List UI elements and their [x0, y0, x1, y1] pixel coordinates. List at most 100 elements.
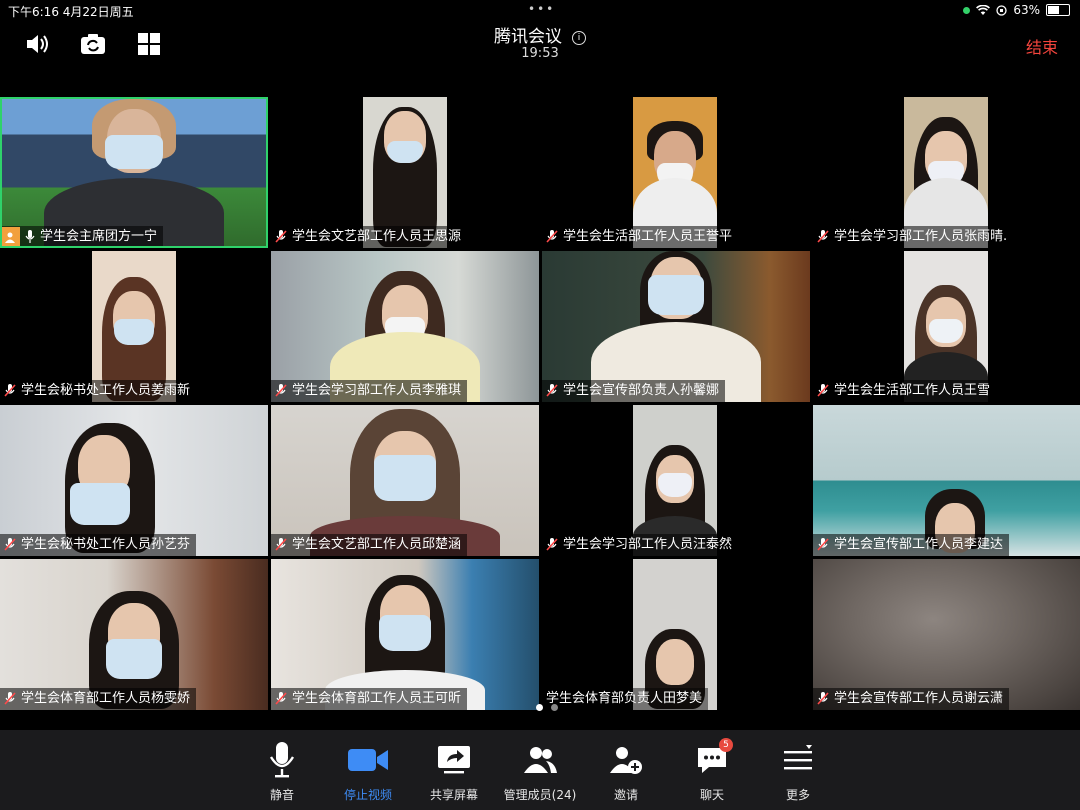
mic-muted-icon: [4, 538, 16, 551]
participant-tile[interactable]: 学生会体育部负责人田梦美: [542, 559, 810, 710]
chat-button[interactable]: 5 聊天: [667, 738, 757, 803]
meeting-title[interactable]: 腾讯会议 i: [0, 22, 1080, 47]
mic-muted-icon: [275, 230, 287, 243]
invite-label: 邀请: [613, 788, 638, 802]
meeting-title-text: 腾讯会议: [494, 27, 562, 47]
participant-label: 学生会宣传部负责人孙馨娜: [542, 380, 726, 402]
members-icon: [524, 747, 557, 773]
page-dot: [551, 704, 558, 711]
participant-tile[interactable]: 学生会主席团方一宁: [0, 97, 268, 248]
participant-name: 学生会体育部工作人员王可昕: [292, 691, 462, 706]
participant-label: 学生会文艺部工作人员王思源: [271, 226, 468, 248]
participant-tile[interactable]: 学生会秘书处工作人员姜雨新: [0, 251, 268, 402]
participant-name: 学生会文艺部工作人员邱楚涵: [292, 537, 462, 552]
mic-muted-icon: [546, 538, 558, 551]
participant-name: 学生会学习部工作人员李雅琪: [292, 383, 462, 398]
participant-label: 学生会体育部工作人员王可昕: [271, 688, 468, 710]
participant-name: 学生会生活部工作人员王誉平: [563, 229, 733, 244]
share-screen-button[interactable]: 共享屏幕: [409, 740, 499, 803]
video-camera-icon: [348, 749, 388, 771]
participant-label: 学生会学习部工作人员李雅琪: [271, 380, 468, 402]
participant-name: 学生会秘书处工作人员姜雨新: [21, 383, 191, 398]
participant-name: 学生会宣传部负责人孙馨娜: [563, 383, 720, 398]
stop-video-label: 停止视频: [343, 788, 392, 802]
meeting-header: 腾讯会议 i 19:53 结束: [0, 20, 1080, 68]
participant-tile[interactable]: 学生会生活部工作人员王雪: [813, 251, 1080, 402]
add-user-icon: [610, 747, 642, 774]
participant-label: 学生会主席团方一宁: [0, 226, 164, 248]
status-time-date: 下午6:16 4月22日周五: [8, 5, 134, 19]
mic-icon: [25, 230, 35, 243]
participant-name: 学生会体育部工作人员杨雯娇: [21, 691, 191, 706]
meeting-timer: 19:53: [521, 46, 559, 61]
mic-muted-icon: [546, 384, 558, 397]
participant-tile[interactable]: 学生会生活部工作人员王誉平: [542, 97, 810, 248]
participant-label: 学生会体育部工作人员杨雯娇: [0, 688, 197, 710]
mic-muted-icon: [817, 384, 829, 397]
participant-label: 学生会秘书处工作人员姜雨新: [0, 380, 197, 402]
wifi-icon: [976, 4, 991, 15]
participant-name: 学生会学习部工作人员汪泰然: [563, 537, 733, 552]
participant-label: 学生会生活部工作人员王誉平: [542, 226, 739, 248]
participant-tile[interactable]: 学生会宣传部工作人员李建达: [813, 405, 1080, 556]
participant-name: 学生会秘书处工作人员孙艺芬: [21, 537, 191, 552]
participant-tile[interactable]: 学生会体育部工作人员杨雯娇: [0, 559, 268, 710]
participant-name: 学生会生活部工作人员王雪: [834, 383, 991, 398]
participant-label: 学生会体育部负责人田梦美: [542, 688, 709, 710]
participant-tile[interactable]: 学生会宣传部工作人员谢云潇: [813, 559, 1080, 710]
status-bar: 下午6:16 4月22日周五 ••• 63%: [0, 0, 1080, 20]
video-grid: 学生会主席团方一宁 学生会文艺部工作人员王思源 学生会生活部工作人员王誉平 学生…: [0, 97, 1080, 713]
battery-percent: 63%: [1013, 3, 1040, 17]
mute-label: 静音: [269, 788, 294, 802]
battery-icon: [1046, 4, 1070, 16]
avatar-icon: [0, 227, 20, 247]
chat-label: 聊天: [699, 788, 724, 802]
microphone-icon: [269, 742, 295, 778]
more-button[interactable]: 更多: [753, 740, 843, 803]
status-right: 63%: [963, 3, 1070, 17]
participant-tile[interactable]: 学生会文艺部工作人员王思源: [271, 97, 539, 248]
mute-button[interactable]: 静音: [237, 740, 327, 803]
participant-label: 学生会秘书处工作人员孙艺芬: [0, 534, 197, 556]
mic-muted-icon: [817, 538, 829, 551]
stop-video-button[interactable]: 停止视频: [323, 740, 413, 803]
participant-tile[interactable]: 学生会学习部工作人员汪泰然: [542, 405, 810, 556]
mic-muted-icon: [275, 538, 287, 551]
share-screen-icon: [438, 746, 470, 774]
manage-members-button[interactable]: 管理成员(24): [495, 740, 585, 803]
end-meeting-button[interactable]: 结束: [1026, 34, 1058, 58]
participant-name: 学生会文艺部工作人员王思源: [292, 229, 462, 244]
participant-tile[interactable]: 学生会宣传部负责人孙馨娜: [542, 251, 810, 402]
participant-tile[interactable]: 学生会秘书处工作人员孙艺芬: [0, 405, 268, 556]
more-dots-indicator: •••: [528, 2, 556, 16]
mic-muted-icon: [275, 692, 287, 705]
manage-members-label: 管理成员(24): [503, 788, 577, 802]
participant-label: 学生会宣传部工作人员谢云潇: [813, 688, 1010, 710]
participant-name: 学生会宣传部工作人员谢云潇: [834, 691, 1004, 706]
invite-button[interactable]: 邀请: [581, 740, 671, 803]
participant-tile[interactable]: 学生会体育部工作人员王可昕: [271, 559, 539, 710]
more-label: 更多: [785, 788, 810, 802]
participant-label: 学生会文艺部工作人员邱楚涵: [271, 534, 468, 556]
mic-muted-icon: [4, 692, 16, 705]
participant-tile[interactable]: 学生会文艺部工作人员邱楚涵: [271, 405, 539, 556]
share-screen-label: 共享屏幕: [429, 788, 478, 802]
mic-muted-icon: [817, 230, 829, 243]
participant-tile[interactable]: 学生会学习部工作人员张雨晴.: [813, 97, 1080, 248]
participant-label: 学生会宣传部工作人员李建达: [813, 534, 1010, 556]
page-indicator[interactable]: [536, 704, 558, 711]
participant-tile[interactable]: 学生会学习部工作人员李雅琪: [271, 251, 539, 402]
camera-active-dot: [963, 6, 971, 14]
participant-label: 学生会生活部工作人员王雪: [813, 380, 997, 402]
meeting-toolbar: 静音 停止视频 共享屏幕 管理成员(24) 邀请 5 聊天 更多: [0, 730, 1080, 810]
more-menu-icon: [784, 745, 812, 770]
participant-name: 学生会体育部负责人田梦美: [546, 691, 703, 706]
participant-label: 学生会学习部工作人员汪泰然: [542, 534, 739, 556]
info-icon[interactable]: i: [572, 31, 586, 45]
mic-muted-icon: [546, 230, 558, 243]
mic-muted-icon: [4, 384, 16, 397]
participant-label: 学生会学习部工作人员张雨晴.: [813, 226, 1014, 248]
mic-muted-icon: [817, 692, 829, 705]
participant-name: 学生会学习部工作人员张雨晴.: [834, 229, 1008, 244]
chat-unread-badge: 5: [719, 738, 733, 752]
